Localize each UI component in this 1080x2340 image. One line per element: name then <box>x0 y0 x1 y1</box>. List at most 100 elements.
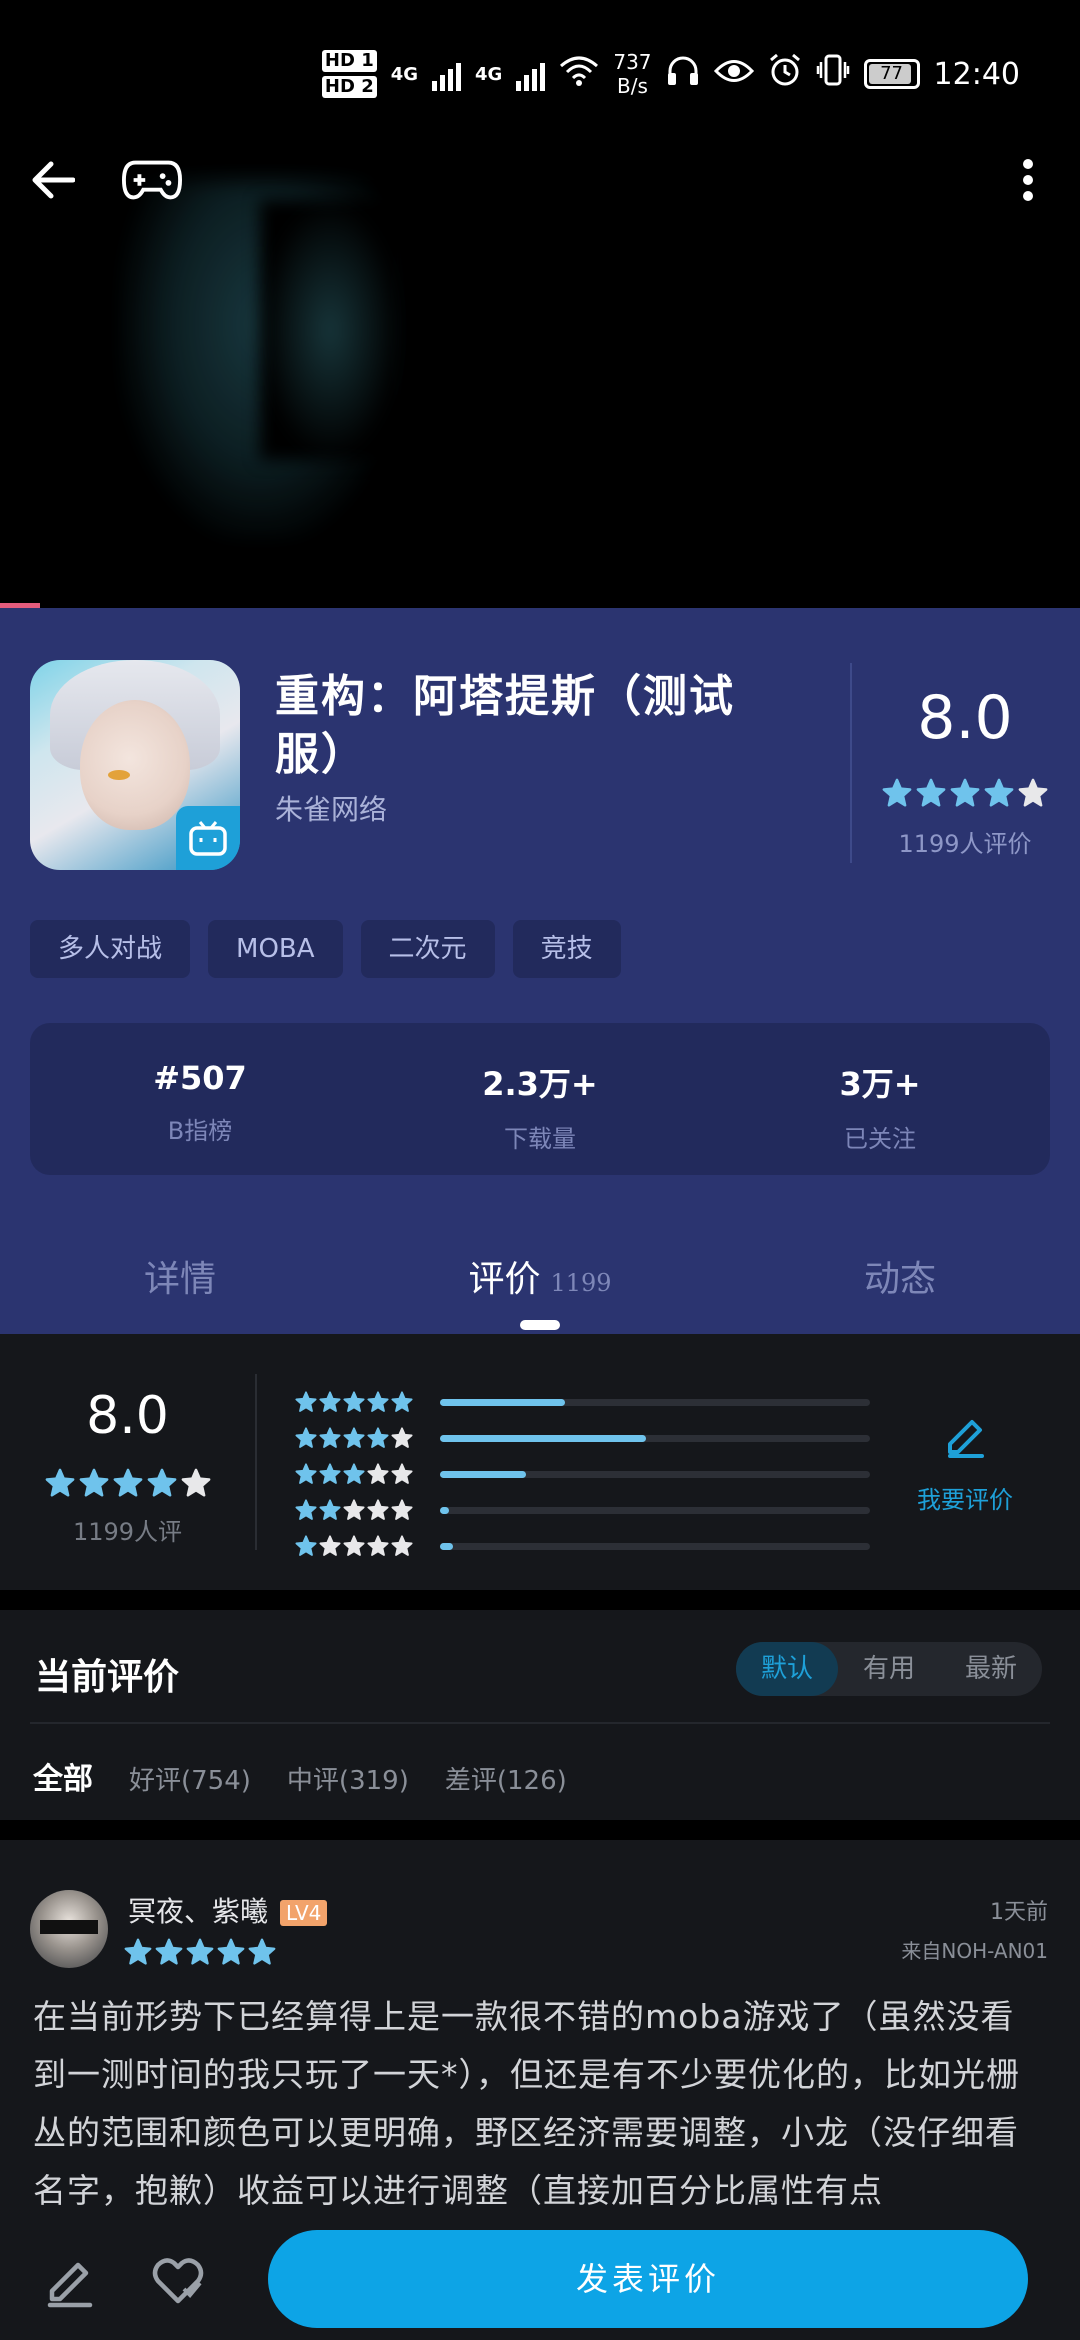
stat-rank[interactable]: #507 B指榜 <box>30 1023 370 1175</box>
distribution-row <box>295 1456 870 1492</box>
tab-indicator <box>520 1320 560 1330</box>
star-icon <box>155 1938 183 1965</box>
heart-icon[interactable] <box>143 2246 213 2316</box>
tab-activity[interactable]: 动态 <box>720 1228 1080 1334</box>
star-icon <box>343 1391 365 1412</box>
stats-card: #507 B指榜 2.3万+ 下载量 3万+ 已关注 <box>30 1023 1050 1175</box>
distribution-fill <box>440 1470 526 1478</box>
star-icon <box>367 1499 389 1520</box>
rating-summary: 8.0 1199人评 我要评价 <box>0 1334 1080 1590</box>
sort-toggle: 默认 有用 最新 <box>736 1642 1042 1696</box>
app-title: 重构：阿塔提斯（测试服） <box>275 671 735 780</box>
star-icon <box>391 1391 413 1412</box>
app-info-panel: 重构：阿塔提斯（测试服） 朱雀网络 8.0 1199人评价 多人对战 MOBA … <box>0 608 1080 1334</box>
app-developer[interactable]: 朱雀网络 <box>275 788 387 828</box>
net1-label: 4G <box>390 63 419 85</box>
header-divider <box>850 663 852 863</box>
star-icon <box>391 1427 413 1448</box>
star-icon <box>391 1499 413 1520</box>
stat-downloads: 2.3万+ 下载量 <box>482 1065 598 1153</box>
summary-count: 1199人评 <box>72 1518 183 1546</box>
star-icon <box>295 1499 317 1520</box>
star-icon <box>186 1938 214 1965</box>
distribution-bar <box>440 1470 870 1478</box>
star-icon <box>916 778 946 807</box>
tag[interactable]: 多人对战 <box>30 920 191 978</box>
star-icon <box>367 1427 389 1448</box>
distribution-fill <box>440 1542 453 1550</box>
tag[interactable]: MOBA <box>208 920 343 978</box>
star-icon <box>343 1499 365 1520</box>
signal-icon <box>432 57 462 91</box>
star-icon <box>367 1391 389 1412</box>
clock: 12:40 <box>933 56 1020 92</box>
star-icon <box>319 1535 341 1556</box>
sort-latest[interactable]: 最新 <box>940 1642 1042 1696</box>
reviews-title: 当前评价 <box>35 1656 180 1698</box>
sort-useful[interactable]: 有用 <box>838 1642 940 1696</box>
star-icon <box>45 1468 74 1497</box>
gamepad-icon[interactable] <box>122 150 182 210</box>
distribution-row <box>295 1384 870 1420</box>
net2-label: 4G <box>475 63 503 85</box>
avatar[interactable] <box>30 1890 108 1968</box>
star-icon <box>343 1463 365 1484</box>
distribution-bar <box>440 1506 870 1514</box>
rating-count: 1199人评价 <box>898 830 1032 858</box>
star-icon <box>319 1427 341 1448</box>
star-icon <box>181 1468 210 1497</box>
sort-default[interactable]: 默认 <box>736 1642 838 1696</box>
rating-score: 8.0 <box>917 683 1013 753</box>
top-bar <box>0 150 1080 206</box>
star-icon <box>295 1427 317 1448</box>
filter-mid[interactable]: 中评(319) <box>287 1760 409 1797</box>
tab-details[interactable]: 详情 <box>0 1228 360 1334</box>
review-username[interactable]: 冥夜、紫曦 LV4 <box>128 1890 328 1930</box>
tag[interactable]: 二次元 <box>360 920 495 978</box>
review-filters: 全部 好评(754) 中评(319) 差评(126) <box>33 1754 567 1798</box>
distribution-bar <box>440 1542 870 1550</box>
star-icon <box>319 1463 341 1484</box>
star-icon <box>391 1535 413 1556</box>
star-icon <box>113 1468 142 1497</box>
distribution-row <box>295 1420 870 1456</box>
star-icon <box>367 1535 389 1556</box>
distribution-fill <box>440 1398 565 1406</box>
summary-stars <box>30 1468 225 1498</box>
tag[interactable]: 竞技 <box>512 920 621 978</box>
review-body[interactable]: 在当前形势下已经算得上是一款很不错的moba游戏了（虽然没看到一测时间的我只玩了… <box>33 1988 1048 2220</box>
star-icon <box>79 1468 108 1497</box>
eye-icon <box>713 57 754 92</box>
review-time: 1天前 <box>990 1900 1048 1925</box>
alarm-icon <box>768 53 802 95</box>
review-device: 来自NOH-AN01 <box>901 1939 1048 1963</box>
write-review-button[interactable]: 我要评价 <box>905 1414 1025 1515</box>
bottom-bar: 发表评价 <box>0 2220 1080 2340</box>
star-icon <box>343 1535 365 1556</box>
hd-indicator: HD 1 HD 2 <box>321 48 377 100</box>
vibrate-icon <box>816 54 850 94</box>
rating-stars <box>870 778 1060 808</box>
signal-icon-2 <box>516 57 546 91</box>
status-bar: HD 1 HD 2 4G 4G 737 B/s 77 12:40 <box>0 0 1080 100</box>
star-icon <box>295 1463 317 1484</box>
star-icon <box>882 778 912 807</box>
star-icon <box>147 1468 176 1497</box>
star-icon <box>319 1499 341 1520</box>
star-icon <box>391 1463 413 1484</box>
filter-all[interactable]: 全部 <box>33 1754 93 1798</box>
reviews-header: 当前评价 默认 有用 最新 全部 好评(754) 中评(319) 差评(126) <box>0 1610 1080 1820</box>
filter-bad[interactable]: 差评(126) <box>445 1760 567 1797</box>
post-review-button[interactable]: 发表评价 <box>268 2230 1028 2328</box>
star-icon <box>984 778 1014 807</box>
app-icon <box>30 660 240 870</box>
tab-reviews[interactable]: 评价 1199 <box>360 1228 720 1334</box>
filter-good[interactable]: 好评(754) <box>129 1760 251 1797</box>
edit-icon[interactable] <box>35 2246 105 2316</box>
star-icon <box>343 1427 365 1448</box>
back-arrow-icon[interactable] <box>22 150 82 210</box>
distribution-fill <box>440 1506 449 1514</box>
more-options-icon[interactable] <box>998 150 1058 210</box>
star-icon <box>217 1938 245 1965</box>
stat-followers: 3万+ 已关注 <box>839 1065 921 1153</box>
